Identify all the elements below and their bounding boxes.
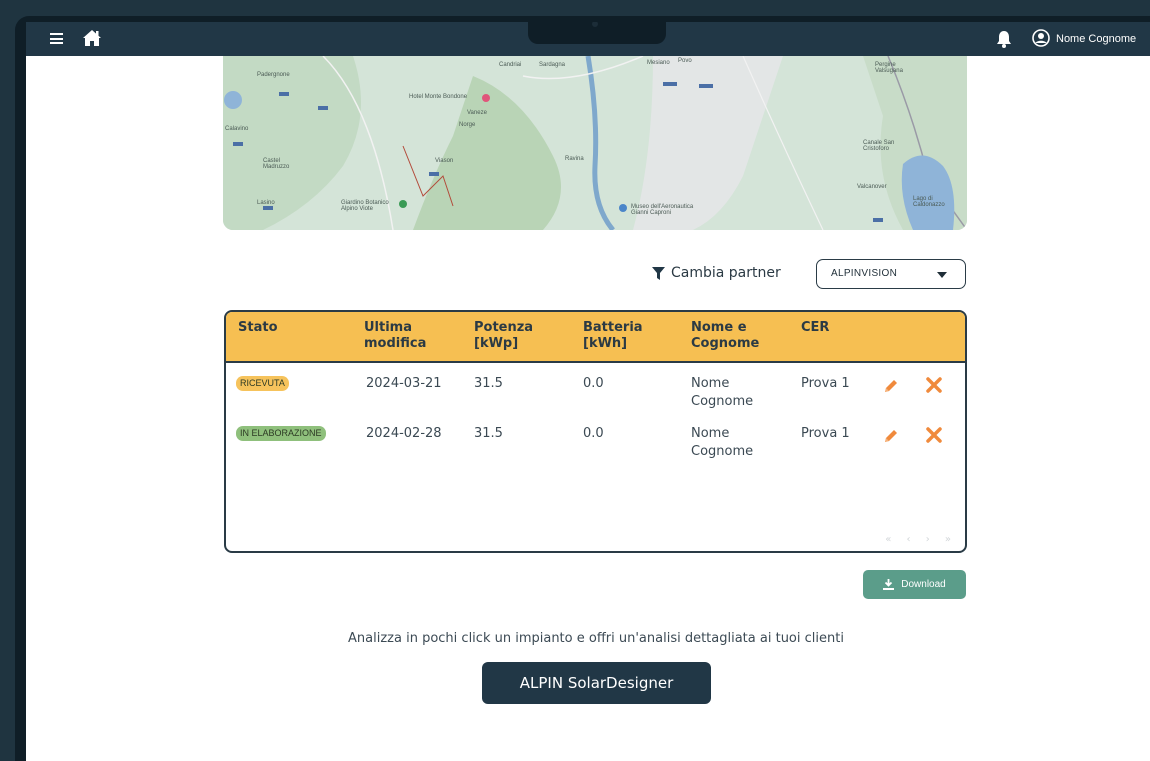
map-label: Calavino	[225, 126, 249, 132]
column-header[interactable]: Stato	[238, 320, 338, 336]
map-label: Giardino Botanico Alpino Viote	[341, 200, 389, 212]
map-label: Povo	[678, 58, 692, 64]
name-cell: Nome Cognome	[691, 376, 754, 409]
map-label: Pergine Valsugana	[875, 62, 903, 74]
table-header: Stato Ultima modifica Potenza [kWp] Batt…	[226, 312, 965, 363]
map-label: Ravina	[565, 156, 584, 162]
battery-cell: 0.0	[583, 426, 604, 441]
status-badge: IN ELABORAZIONE	[236, 426, 326, 441]
power-cell: 31.5	[474, 376, 503, 391]
caret-down-icon	[937, 272, 947, 278]
battery-cell: 0.0	[583, 376, 604, 391]
map-label: Candriai	[499, 62, 522, 68]
delete-x-icon[interactable]	[926, 377, 942, 393]
map-label: Valcanover	[857, 184, 887, 190]
table-row[interactable]: RICEVUTA 2024-03-21 31.5 0.0 Nome Cognom…	[226, 375, 965, 425]
map-label: Viason	[435, 158, 454, 164]
map-label: Canale San Cristoforo	[863, 140, 895, 152]
map-label: Vaneze	[467, 110, 487, 116]
hamburger-icon[interactable]	[50, 33, 63, 44]
user-name[interactable]: Nome Cognome	[1056, 33, 1136, 45]
name-cell: Nome Cognome	[691, 426, 754, 459]
column-header[interactable]: CER	[801, 320, 861, 336]
bell-icon[interactable]	[996, 30, 1012, 48]
map-label: Padergnone	[257, 72, 290, 78]
table-row[interactable]: IN ELABORAZIONE 2024-02-28 31.5 0.0 Nome…	[226, 425, 965, 475]
app-screen: Nome Cognome Padergnone Hotel Monte Bond…	[26, 22, 1150, 761]
download-button[interactable]: Download	[863, 570, 966, 599]
map-label: Hotel Monte Bondone	[409, 94, 468, 100]
home-icon[interactable]	[82, 28, 102, 48]
user-circle-icon[interactable]	[1032, 29, 1050, 47]
power-cell: 31.5	[474, 426, 503, 441]
column-header[interactable]: Ultima modifica	[364, 320, 450, 352]
map-label: Lasino	[257, 200, 275, 206]
date-cell: 2024-02-28	[366, 426, 442, 441]
map-view[interactable]: Padergnone Hotel Monte Bondone Candriai …	[223, 56, 967, 230]
map-label: Museo dell'Aeronautica Gianni Caproni	[631, 204, 694, 216]
edit-pencil-icon[interactable]	[882, 377, 900, 395]
pagination-controls[interactable]: « ‹ › »	[885, 534, 957, 545]
top-bar: Nome Cognome	[26, 22, 1150, 56]
status-badge: RICEVUTA	[236, 376, 289, 391]
tagline: Analizza in pochi click un impianto e of…	[348, 631, 844, 646]
map-label: Norge	[459, 122, 476, 128]
partner-filter: Cambia partner	[652, 262, 781, 284]
column-header[interactable]: Potenza [kWp]	[474, 320, 554, 352]
camera-notch	[528, 22, 666, 44]
requests-table: Stato Ultima modifica Potenza [kWp] Batt…	[224, 310, 967, 553]
download-icon	[883, 579, 895, 590]
date-cell: 2024-03-21	[366, 376, 442, 391]
map-label: Sardagna	[539, 62, 566, 68]
filter-label: Cambia partner	[671, 265, 781, 281]
solar-designer-button[interactable]: ALPIN SolarDesigner	[482, 662, 711, 704]
map-label: Mesiano	[647, 60, 670, 66]
map-label: Lago di Caldonazzo	[913, 196, 945, 208]
partner-select[interactable]: ALPINVISION	[816, 259, 966, 289]
partner-select-value: ALPINVISION	[831, 268, 898, 279]
filter-icon	[652, 266, 665, 280]
column-header[interactable]: Batteria [kWh]	[583, 320, 663, 352]
column-header[interactable]: Nome e Cognome	[691, 320, 777, 352]
map-label: Castel Madruzzo	[263, 158, 290, 170]
cer-cell: Prova 1	[801, 426, 850, 441]
delete-x-icon[interactable]	[926, 427, 942, 443]
cer-cell: Prova 1	[801, 376, 850, 391]
download-label: Download	[901, 579, 946, 590]
edit-pencil-icon[interactable]	[882, 427, 900, 445]
